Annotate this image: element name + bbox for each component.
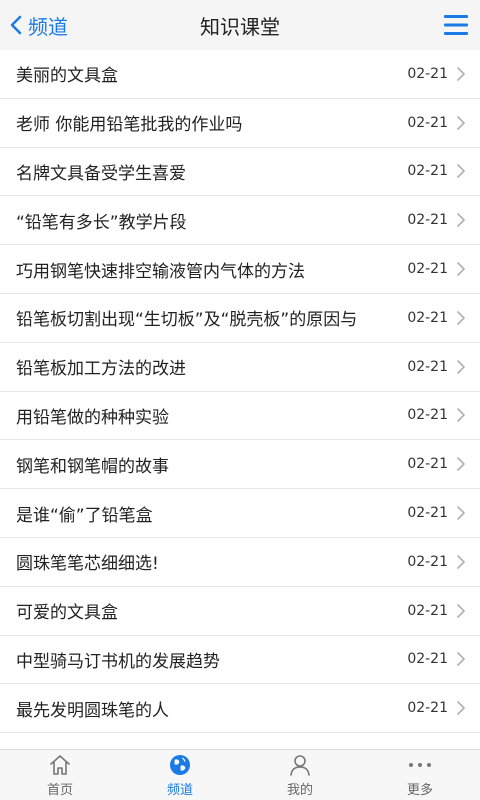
- list-item[interactable]: 美丽的文具盒 02-21: [0, 50, 480, 99]
- globe-icon: [170, 755, 190, 775]
- list-item-date: 02-21: [407, 456, 448, 473]
- list-item-date: 02-21: [407, 505, 448, 522]
- chevron-right-icon: [457, 408, 465, 423]
- tab-channel[interactable]: 频道: [120, 750, 240, 800]
- chevron-right-icon: [457, 262, 465, 276]
- home-icon: [50, 755, 70, 775]
- list-item[interactable]: 可爱的文具盒 02-21: [0, 586, 480, 636]
- list-item-date: 02-21: [407, 407, 448, 424]
- list-item-title: 钢笔和钢笔帽的故事: [16, 456, 169, 477]
- list-item-title: 名牌文具备受学生喜爱: [16, 163, 186, 184]
- chevron-right-icon: [457, 701, 465, 716]
- list-item-title: 中型骑马订书机的发展趋势: [16, 651, 220, 672]
- tab-mine-label: 我的: [286, 783, 313, 798]
- tab-home-label: 首页: [46, 783, 73, 798]
- list-item-title: 老师 你能用铅笔批我的作业吗: [16, 115, 243, 136]
- list-item-date: 02-21: [407, 602, 448, 619]
- chevron-right-icon: [457, 213, 465, 228]
- tab-channel-label: 频道: [166, 783, 193, 798]
- list-item[interactable]: 老师 你能用铅笔批我的作业吗 02-21: [0, 98, 480, 148]
- chevron-right-icon: [457, 555, 465, 569]
- chevron-right-icon: [457, 115, 465, 130]
- list-item-title: 可爱的文具盒: [16, 603, 118, 624]
- list-item[interactable]: 铅笔板加工方法的改进 02-21: [0, 342, 480, 392]
- list-item[interactable]: 铅笔板切割出现“生切板”及“脱壳板”的原因与 02-21: [0, 293, 480, 343]
- back-button[interactable]: 频道: [10, 0, 68, 50]
- list-item-date: 02-21: [407, 114, 448, 131]
- list-item-date: 02-21: [407, 553, 448, 570]
- tab-mine[interactable]: 我的: [240, 750, 360, 800]
- list-item[interactable]: 钢笔和钢笔帽的故事 02-21: [0, 440, 480, 490]
- chevron-right-icon: [457, 652, 465, 667]
- list-item[interactable]: 巧用钢笔快速排空输液管内气体的方法 02-21: [0, 245, 480, 294]
- user-icon: [290, 755, 310, 776]
- chevron-right-icon: [457, 311, 465, 325]
- list-item-date: 02-21: [407, 65, 448, 82]
- list-item[interactable]: 是谁“偷”了铅笔盒 02-21: [0, 489, 480, 538]
- chevron-left-icon: [10, 15, 22, 35]
- list-item-date: 02-21: [407, 651, 448, 668]
- list-item-date: 02-21: [407, 700, 448, 717]
- page-title: 知识课堂: [200, 14, 280, 39]
- list-item[interactable]: 用铅笔做的种种实验 02-21: [0, 391, 480, 441]
- list-item-date: 02-21: [407, 261, 448, 278]
- list-item-date: 02-21: [407, 163, 448, 180]
- list-item-title: 用铅笔做的种种实验: [16, 407, 169, 428]
- menu-icon[interactable]: [444, 14, 468, 36]
- list-item-title: 铅笔板加工方法的改进: [16, 359, 186, 380]
- app-root: 频道 知识课堂 美丽的文具盒 02-21 老师 你能用铅笔批我的作业吗 02-21 名牌…: [0, 0, 480, 800]
- chevron-right-icon: [457, 603, 465, 618]
- list-item[interactable]: 中型骑马订书机的发展趋势 02-21: [0, 635, 480, 685]
- tab-more[interactable]: 更多: [360, 750, 480, 800]
- list-item-title: 是谁“偷”了铅笔盒: [16, 505, 153, 526]
- list-item-title: 最先发明圆珠笔的人: [16, 700, 169, 721]
- more-icon: [409, 763, 431, 767]
- tab-more-label: 更多: [406, 783, 433, 798]
- list-item-title: 圆珠笔笔芯细细选!: [16, 554, 159, 575]
- chevron-right-icon: [457, 164, 465, 179]
- chevron-right-icon: [457, 506, 465, 520]
- list-item[interactable]: 最先发明圆珠笔的人 02-21: [0, 684, 480, 734]
- chevron-right-icon: [457, 67, 465, 81]
- tab-home[interactable]: 首页: [0, 750, 120, 800]
- list-item[interactable]: 张宗焱-西南财经大学校长介绍02-21: [0, 733, 480, 750]
- list-item-date: 02-21: [407, 212, 448, 229]
- list-item[interactable]: “铅笔有多长”教学片段 02-21: [0, 196, 480, 246]
- list-item[interactable]: 名牌文具备受学生喜爱 02-21: [0, 147, 480, 197]
- list-item[interactable]: 圆珠笔笔芯细细选! 02-21: [0, 537, 480, 587]
- article-list: 美丽的文具盒 02-21 老师 你能用铅笔批我的作业吗 02-21 名牌文具备受学生喜爱…: [0, 50, 480, 750]
- back-label: 频道: [28, 14, 68, 39]
- chevron-right-icon: [457, 457, 465, 472]
- list-item-title: “铅笔有多长”教学片段: [16, 212, 187, 233]
- list-item-title: 巧用钢笔快速排空输液管内气体的方法: [16, 261, 305, 282]
- list-item-date: 02-21: [407, 309, 448, 326]
- list-item-title: 铅笔板切割出现“生切板”及“脱壳板”的原因与: [16, 310, 358, 331]
- list-item-date: 02-21: [407, 358, 448, 375]
- header-bar: 频道 知识课堂: [0, 0, 480, 50]
- chevron-right-icon: [457, 359, 465, 374]
- list-item-title: 美丽的文具盒: [16, 66, 118, 87]
- tab-bar: 首页 频道 我的 更多: [0, 749, 480, 800]
